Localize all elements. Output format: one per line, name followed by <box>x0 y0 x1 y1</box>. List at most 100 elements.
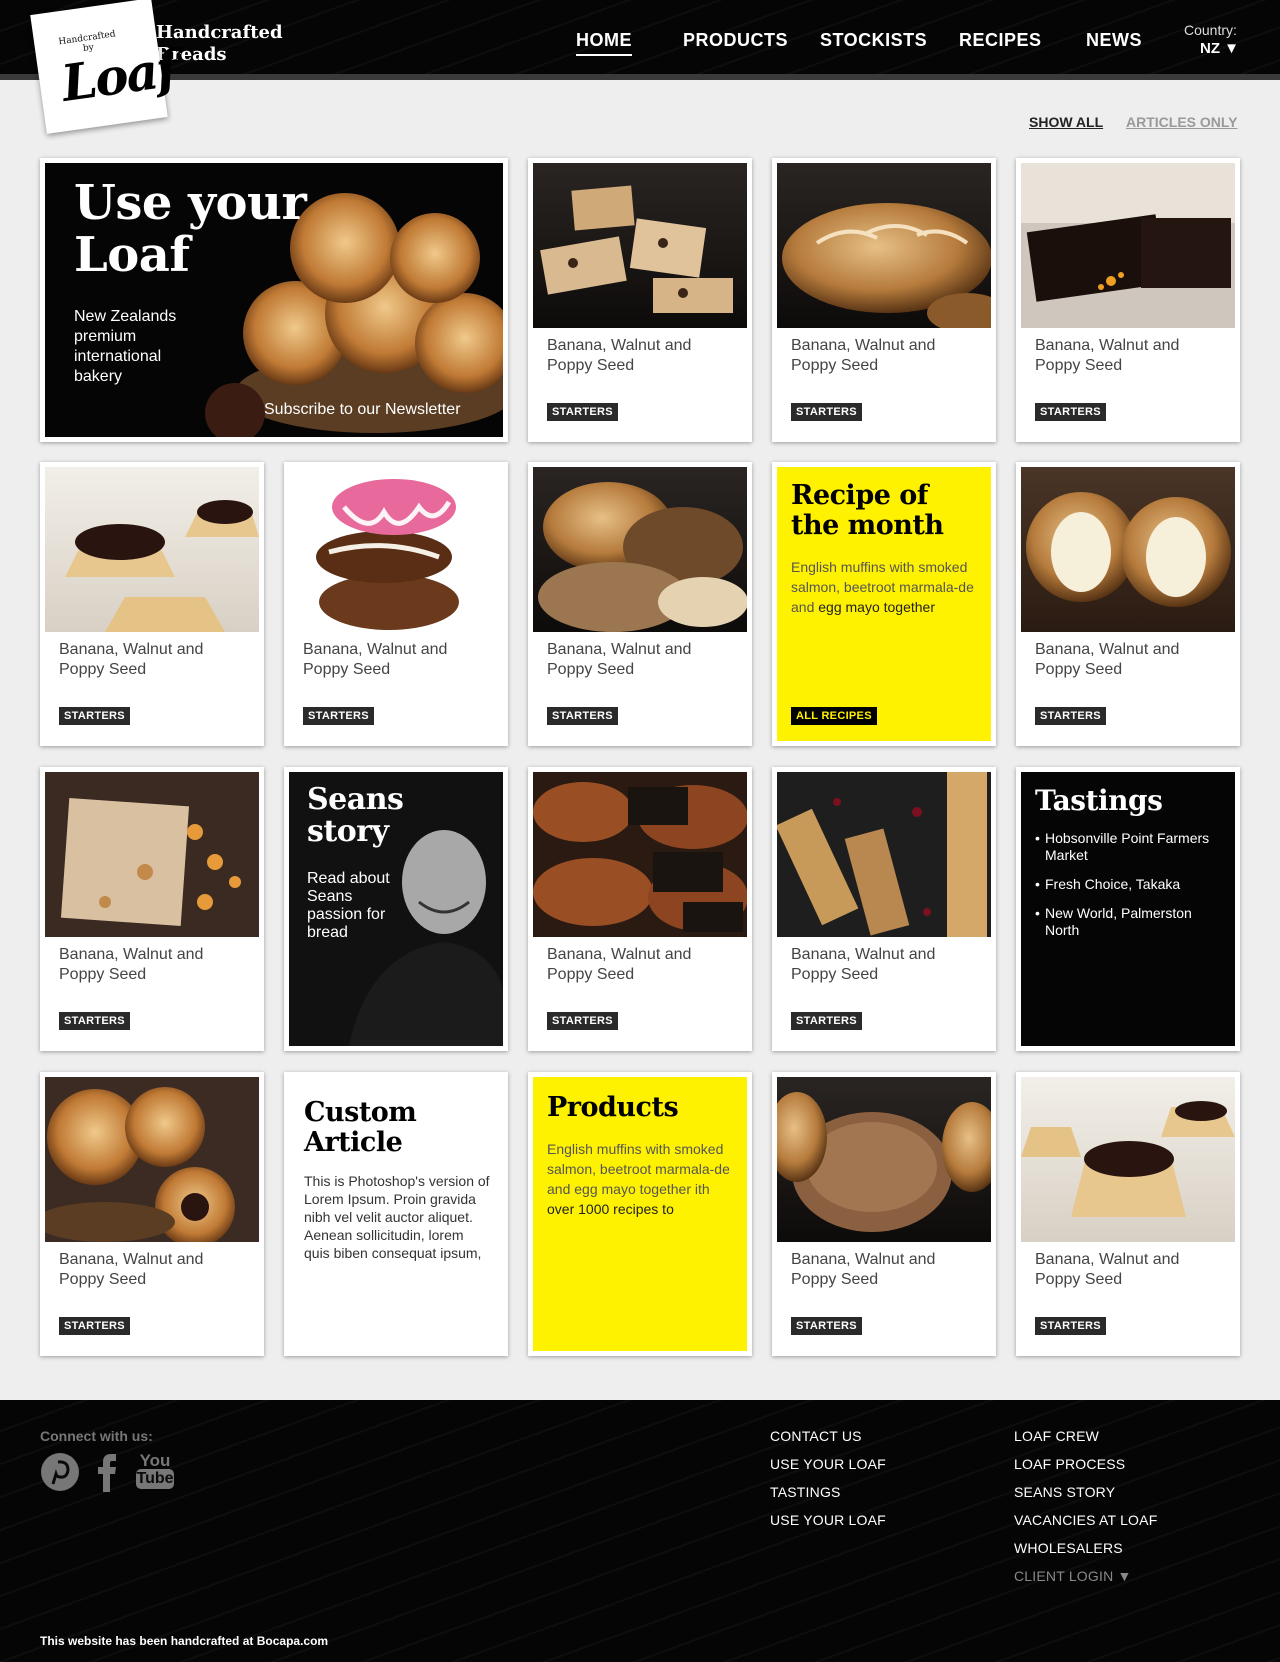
hero-title-line-1: Use your <box>74 175 307 231</box>
recipe-of-month-panel: Recipe of the month English muffins with… <box>777 467 991 741</box>
pinterest-icon[interactable] <box>40 1452 80 1497</box>
recipe-card[interactable]: Banana, Walnut and Poppy Seed STARTERS <box>772 767 996 1051</box>
recipe-photo <box>777 772 991 937</box>
seans-story-card[interactable]: Seans story Read about Seans passion for… <box>284 767 508 1051</box>
recipe-card[interactable]: Banana, Walnut and Poppy Seed STARTERS <box>40 1072 264 1356</box>
category-tag[interactable]: STARTERS <box>791 1012 862 1030</box>
youtube-icon[interactable]: You Tube <box>136 1452 174 1489</box>
footer-link-loaf-crew[interactable]: LOAF CREW <box>1014 1428 1099 1444</box>
card-title: Banana, Walnut and Poppy Seed <box>791 946 936 983</box>
recipe-photo <box>777 1077 991 1242</box>
tastings-panel: Tastings • Hobsonville Point Farmers Mark… <box>1021 772 1235 1046</box>
recipe-photo <box>45 772 259 937</box>
recipe-card[interactable]: Banana, Walnut and Poppy Seed STARTERS <box>1016 1072 1240 1356</box>
card-title: Banana, Walnut and Poppy Seed <box>1035 641 1180 678</box>
tastings-item[interactable]: • New World, Palmerston North <box>1035 905 1225 939</box>
card-title: Banana, Walnut and Poppy Seed <box>791 337 936 374</box>
recipe-of-month-card[interactable]: Recipe of the month English muffins with… <box>772 462 996 746</box>
category-tag[interactable]: STARTERS <box>59 1012 130 1030</box>
recipe-of-month-title-line-1: Recipe of <box>791 480 928 511</box>
footer-link-seans-story[interactable]: SEANS STORY <box>1014 1484 1115 1500</box>
card-title: Banana, Walnut and Poppy Seed <box>59 1251 204 1288</box>
card-title: Banana, Walnut and Poppy Seed <box>547 641 692 678</box>
recipe-of-month-text-emphasis: egg mayo together <box>818 599 935 615</box>
recipe-card[interactable]: Banana, Walnut and Poppy Seed STARTERS <box>40 767 264 1051</box>
recipe-photo <box>1021 163 1235 328</box>
youtube-icon-top: You <box>139 1451 171 1470</box>
site-footer: Connect with us: You Tube CONTACT US USE… <box>0 1400 1280 1662</box>
custom-article-card[interactable]: Custom Article This is Photoshop's versi… <box>284 1072 508 1356</box>
tastings-item[interactable]: • Hobsonville Point Farmers Market <box>1035 830 1225 864</box>
card-title: Banana, Walnut and Poppy Seed <box>59 641 204 678</box>
seans-story-body: Read about Seans passion for bread <box>307 870 390 941</box>
seans-story-title: Seans story <box>307 782 404 849</box>
footer-link-vacancies[interactable]: VACANCIES AT LOAF <box>1014 1512 1157 1528</box>
recipe-of-month-body: English muffins with smoked salmon, beet… <box>791 557 977 617</box>
recipe-card[interactable]: Banana, Walnut and Poppy Seed STARTERS <box>1016 462 1240 746</box>
category-tag[interactable]: STARTERS <box>547 1012 618 1030</box>
tastings-item[interactable]: • Fresh Choice, Takaka <box>1035 876 1225 893</box>
footer-link-contact-us[interactable]: CONTACT US <box>770 1428 862 1444</box>
recipe-card[interactable]: Banana, Walnut and Poppy Seed STARTERS <box>528 767 752 1051</box>
recipe-photo <box>533 772 747 937</box>
category-tag[interactable]: STARTERS <box>547 707 618 725</box>
category-tag[interactable]: STARTERS <box>547 403 618 421</box>
client-login-dropdown[interactable]: CLIENT LOGIN ▼ <box>1014 1568 1132 1584</box>
tastings-card[interactable]: Tastings • Hobsonville Point Farmers Mark… <box>1016 767 1240 1051</box>
products-text-emphasis: over 1000 recipes to <box>547 1201 674 1217</box>
tastings-item-label: New World, Palmerston North <box>1045 905 1192 938</box>
products-body: English muffins with smoked salmon, beet… <box>547 1139 737 1219</box>
category-tag[interactable]: STARTERS <box>1035 1317 1106 1335</box>
category-tag[interactable]: STARTERS <box>59 1317 130 1335</box>
card-title: Banana, Walnut and Poppy Seed <box>303 641 448 678</box>
card-title: Banana, Walnut and Poppy Seed <box>1035 1251 1180 1288</box>
recipe-card[interactable]: Banana, Walnut and Poppy Seed STARTERS <box>1016 158 1240 442</box>
products-panel: Products English muffins with smoked sal… <box>533 1077 747 1351</box>
recipe-photo <box>533 163 747 328</box>
products-card[interactable]: Products English muffins with smoked sal… <box>528 1072 752 1356</box>
category-tag[interactable]: STARTERS <box>791 403 862 421</box>
tastings-item-label: Fresh Choice, Takaka <box>1045 876 1181 892</box>
tastings-list: • Hobsonville Point Farmers Market • Fresh… <box>1035 830 1225 939</box>
category-tag[interactable]: STARTERS <box>59 707 130 725</box>
products-text: English muffins with smoked salmon, beet… <box>547 1141 730 1197</box>
card-title: Banana, Walnut and Poppy Seed <box>791 1251 936 1288</box>
content-grid: Use your Loaf New Zealands premium inter… <box>0 0 1280 1400</box>
recipe-photo <box>45 467 259 632</box>
hero-subtitle: New Zealands premium international baker… <box>74 308 177 385</box>
custom-article-title-line-1: Custom <box>304 1097 417 1128</box>
recipe-photo <box>1021 467 1235 632</box>
category-tag[interactable]: STARTERS <box>791 1317 862 1335</box>
seans-story-title-line-1: Seans <box>307 782 404 817</box>
products-title: Products <box>547 1092 679 1123</box>
card-title: Banana, Walnut and Poppy Seed <box>1035 337 1180 374</box>
facebook-icon[interactable] <box>95 1452 119 1497</box>
category-tag[interactable]: STARTERS <box>1035 403 1106 421</box>
footer-link-use-your-loaf-2[interactable]: USE YOUR LOAF <box>770 1512 886 1528</box>
newsletter-link[interactable]: Subscribe to our Newsletter <box>264 401 461 419</box>
custom-article-title-line-2: Article <box>304 1127 403 1158</box>
recipe-card[interactable]: Banana, Walnut and Poppy Seed STARTERS <box>772 158 996 442</box>
recipe-card[interactable]: Banana, Walnut and Poppy Seed STARTERS <box>528 462 752 746</box>
recipe-card[interactable]: Banana, Walnut and Poppy Seed STARTERS <box>528 158 752 442</box>
footer-link-use-your-loaf[interactable]: USE YOUR LOAF <box>770 1456 886 1472</box>
category-tag[interactable]: STARTERS <box>303 707 374 725</box>
tastings-item-label: Hobsonville Point Farmers Market <box>1045 830 1210 863</box>
recipe-card[interactable]: Banana, Walnut and Poppy Seed STARTERS <box>40 462 264 746</box>
recipe-card[interactable]: Banana, Walnut and Poppy Seed STARTERS <box>284 462 508 746</box>
connect-label: Connect with us: <box>40 1428 153 1444</box>
seans-story-title-line-2: story <box>307 814 389 849</box>
category-tag[interactable]: STARTERS <box>1035 707 1106 725</box>
recipe-photo <box>45 1077 259 1242</box>
all-recipes-button[interactable]: ALL RECIPES <box>791 707 877 725</box>
footer-link-wholesalers[interactable]: WHOLESALERS <box>1014 1540 1123 1556</box>
custom-article-body: This is Photoshop's version of Lorem Ips… <box>304 1173 490 1261</box>
hero-card[interactable]: Use your Loaf New Zealands premium inter… <box>40 158 508 442</box>
site-logo[interactable]: Handcrafted by Loaf <box>30 0 180 134</box>
footer-link-loaf-process[interactable]: LOAF PROCESS <box>1014 1456 1125 1472</box>
seans-story-panel: Seans story Read about Seans passion for… <box>289 772 503 1046</box>
youtube-icon-bottom: Tube <box>136 1469 174 1489</box>
footer-link-tastings[interactable]: TASTINGS <box>770 1484 841 1500</box>
card-title: Banana, Walnut and Poppy Seed <box>547 337 692 374</box>
recipe-card[interactable]: Banana, Walnut and Poppy Seed STARTERS <box>772 1072 996 1356</box>
